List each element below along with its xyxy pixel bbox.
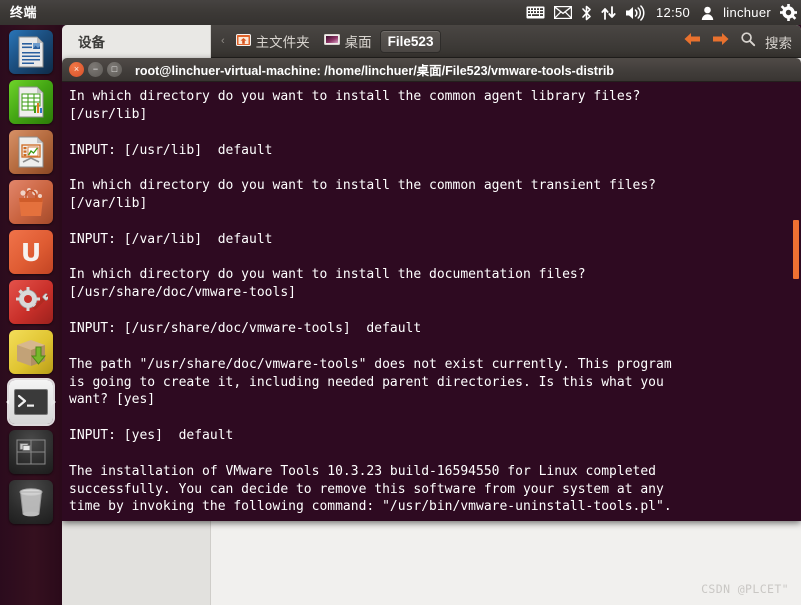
launcher-item-system-settings[interactable]: [0, 277, 62, 327]
search-label[interactable]: 搜索: [765, 32, 792, 52]
minimize-icon: −: [92, 64, 99, 74]
sidebar-header-devices: 设备: [62, 25, 211, 58]
trash-icon: [9, 480, 53, 524]
search-icon[interactable]: [740, 31, 756, 52]
close-icon: ×: [73, 64, 80, 74]
file-manager-header: 设备 ‹ 主文件夹 桌面 File523 搜索: [62, 25, 801, 58]
terminal-scrollbar-thumb[interactable]: [793, 220, 799, 279]
username-label[interactable]: linchuer: [723, 5, 771, 20]
unity-launcher: U: [0, 25, 62, 605]
shopping-bag-icon: [9, 180, 53, 224]
breadcrumb-item-file523-label: File523: [387, 33, 434, 49]
breadcrumb-item-home-label: 主文件夹: [255, 35, 310, 50]
watermark: CSDN @PLCET": [701, 582, 789, 596]
breadcrumb-item-home[interactable]: 主文件夹: [230, 28, 316, 54]
arrow-right-icon[interactable]: [711, 31, 731, 52]
bluetooth-icon[interactable]: [581, 0, 592, 25]
network-icon[interactable]: [601, 0, 616, 25]
launcher-item-ubuntu-help[interactable]: U: [0, 227, 62, 277]
launcher-item-terminal[interactable]: [0, 377, 62, 427]
terminal-scrollbar[interactable]: [784, 82, 801, 521]
ubuntu-u-icon: U: [9, 230, 53, 274]
svg-text:U: U: [21, 238, 41, 267]
window-controls: × − □: [62, 62, 122, 77]
desktop-folder-icon: [323, 33, 340, 49]
arrow-left-icon[interactable]: [682, 31, 702, 52]
launcher-item-libreoffice-impress[interactable]: [0, 127, 62, 177]
breadcrumb: ‹ 主文件夹 桌面 File523: [211, 28, 442, 54]
presentation-icon: [9, 130, 53, 174]
breadcrumb-item-file523[interactable]: File523: [379, 29, 442, 53]
gear-wrench-icon: [9, 280, 53, 324]
box-arrow-down-icon: [9, 330, 53, 374]
document-icon: [9, 30, 53, 74]
launcher-item-libreoffice-writer[interactable]: [0, 27, 62, 77]
breadcrumb-separator-icon: ‹: [221, 35, 225, 47]
launcher-focused-pip-right: [51, 398, 61, 406]
breadcrumb-item-desktop-label: 桌面: [344, 35, 372, 50]
breadcrumb-item-desktop[interactable]: 桌面: [318, 28, 378, 54]
terminal-screen[interactable]: In which directory do you want to instal…: [62, 82, 801, 521]
keyboard-icon[interactable]: [526, 0, 545, 25]
terminal-icon: [9, 380, 53, 424]
terminal-window[interactable]: × − □ root@linchuer-virtual-machine: /ho…: [62, 58, 801, 521]
user-icon[interactable]: [701, 0, 714, 25]
app-menu-label[interactable]: 终端: [0, 0, 47, 25]
maximize-icon: □: [111, 64, 118, 74]
indicator-area: 12:50 linchuer: [526, 0, 797, 25]
spreadsheet-icon: [9, 80, 53, 124]
workspace-icon: [9, 430, 53, 474]
desktop: 设备 ‹ 主文件夹 桌面 File523 搜索 CSDN @PLCET" × −…: [0, 0, 801, 605]
maximize-button[interactable]: □: [107, 62, 122, 77]
launcher-item-workspace-switcher[interactable]: [0, 427, 62, 477]
top-panel: 终端 12:50 linchuer: [0, 0, 801, 25]
gear-icon[interactable]: [780, 0, 797, 25]
clock[interactable]: 12:50: [654, 5, 692, 20]
minimize-button[interactable]: −: [88, 62, 103, 77]
volume-icon[interactable]: [625, 0, 645, 25]
terminal-titlebar[interactable]: × − □ root@linchuer-virtual-machine: /ho…: [62, 58, 801, 82]
terminal-output: In which directory do you want to instal…: [69, 89, 672, 515]
terminal-title: root@linchuer-virtual-machine: /home/lin…: [135, 64, 614, 78]
mail-icon[interactable]: [554, 0, 573, 25]
launcher-item-trash[interactable]: [0, 477, 62, 527]
launcher-item-software-updater[interactable]: [0, 327, 62, 377]
close-button[interactable]: ×: [69, 62, 84, 77]
launcher-item-libreoffice-calc[interactable]: [0, 77, 62, 127]
launcher-item-ubuntu-software-center[interactable]: [0, 177, 62, 227]
home-folder-icon: [235, 33, 251, 49]
file-manager-toolbar: 搜索: [682, 25, 792, 58]
